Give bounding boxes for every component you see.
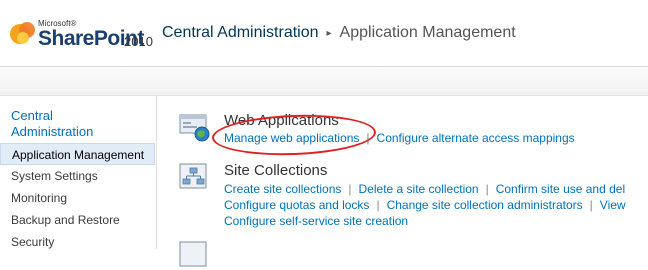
site-collections-links-row2: Configure quotas and locks | Change site c…	[224, 198, 626, 212]
nav-item-application-management[interactable]: Application Management	[0, 143, 155, 165]
create-site-collections-link[interactable]: Create site collections	[224, 182, 341, 196]
link-separator: |	[376, 198, 380, 212]
header: Microsoft® SharePoint 2010 Central Admin…	[0, 0, 648, 66]
web-applications-icon	[179, 114, 210, 142]
left-navigation: Central Administration Application Manag…	[0, 96, 157, 249]
change-site-collection-administrators-link[interactable]: Change site collection administrators	[387, 198, 583, 212]
nav-item-monitoring[interactable]: Monitoring	[0, 187, 155, 209]
nav-heading-line2: Administration	[11, 124, 94, 139]
breadcrumb-separator-icon: ▸	[326, 27, 332, 39]
nav-item-system-settings[interactable]: System Settings	[0, 165, 155, 187]
sharepoint-logo-icon	[10, 22, 35, 44]
nav-heading-line1: Central	[11, 108, 53, 123]
nav-heading-central-administration[interactable]: Central Administration	[11, 108, 93, 140]
breadcrumb-current-page: Application Management	[339, 24, 516, 41]
configure-self-service-site-creation-link[interactable]: Configure self-service site creation	[224, 214, 408, 228]
link-separator: |	[589, 198, 593, 212]
configure-alternate-access-mappings-link[interactable]: Configure alternate access mappings	[377, 131, 575, 145]
link-separator: |	[348, 182, 352, 196]
site-collections-links-row3: Configure self-service site creation	[224, 214, 408, 228]
breadcrumb-central-administration[interactable]: Central Administration	[162, 24, 319, 42]
site-collections-links-row1: Create site collections | Delete a site co…	[224, 182, 625, 196]
ribbon-strip	[0, 67, 648, 96]
nav-item-security[interactable]: Security	[0, 231, 155, 253]
confirm-site-use-link[interactable]: Confirm site use and del	[496, 182, 625, 196]
breadcrumb: Central Administration ▸ Application Man…	[162, 24, 516, 42]
link-separator: |	[485, 182, 489, 196]
site-collections-title: Site Collections	[224, 162, 328, 179]
configure-quotas-and-locks-link[interactable]: Configure quotas and locks	[224, 198, 369, 212]
delete-site-collection-link[interactable]: Delete a site collection	[359, 182, 479, 196]
logo-year-text: 2010	[124, 34, 153, 49]
nav-item-backup-and-restore[interactable]: Backup and Restore	[0, 209, 155, 231]
view-link[interactable]: View	[600, 198, 626, 212]
sharepoint-logo[interactable]: Microsoft® SharePoint 2010	[8, 14, 158, 54]
site-collections-icon	[179, 163, 207, 189]
next-section-icon	[179, 241, 207, 267]
